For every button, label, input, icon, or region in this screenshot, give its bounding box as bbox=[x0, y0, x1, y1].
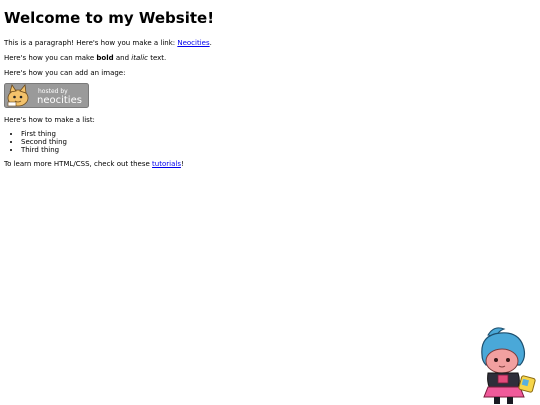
learn-more-end: ! bbox=[180, 160, 184, 168]
page-content: Welcome to my Website! This is a paragra… bbox=[4, 0, 524, 174]
learn-more-paragraph: To learn more HTML/CSS, check out these … bbox=[4, 159, 524, 169]
list-item: Second thing bbox=[21, 138, 524, 146]
badge-line2: neocities bbox=[37, 95, 82, 106]
hosted-by-neocities-badge[interactable]: hosted by neocities bbox=[4, 83, 89, 108]
intro-text: This is a paragraph! Here's how you make… bbox=[4, 39, 178, 47]
formatting-between: and bbox=[113, 54, 132, 62]
formatting-text: Here's how you can make bbox=[4, 54, 97, 62]
example-list: First thing Second thing Third thing bbox=[4, 130, 524, 154]
italic-text: italic bbox=[131, 54, 148, 62]
page-title: Welcome to my Website! bbox=[4, 9, 215, 27]
list-item: First thing bbox=[21, 130, 524, 138]
learn-more-text: To learn more HTML/CSS, check out these bbox=[4, 160, 153, 168]
list-item: Third thing bbox=[21, 146, 524, 154]
intro-paragraph: This is a paragraph! Here's how you make… bbox=[4, 38, 524, 48]
cookie-character-icon bbox=[481, 327, 536, 404]
tutorials-link[interactable]: tutorials bbox=[152, 160, 181, 168]
list-intro: Here's how to make a list: bbox=[4, 116, 95, 124]
formatting-end: text. bbox=[147, 54, 167, 62]
intro-text-end: . bbox=[209, 39, 212, 47]
image-intro: Here's how you can add an image: bbox=[4, 69, 126, 77]
formatting-paragraph: Here's how you can make bold and italic … bbox=[4, 53, 524, 63]
badge-line1: hosted by bbox=[38, 88, 68, 95]
bold-text: bold bbox=[96, 54, 114, 62]
neocities-link[interactable]: Neocities bbox=[177, 39, 209, 47]
